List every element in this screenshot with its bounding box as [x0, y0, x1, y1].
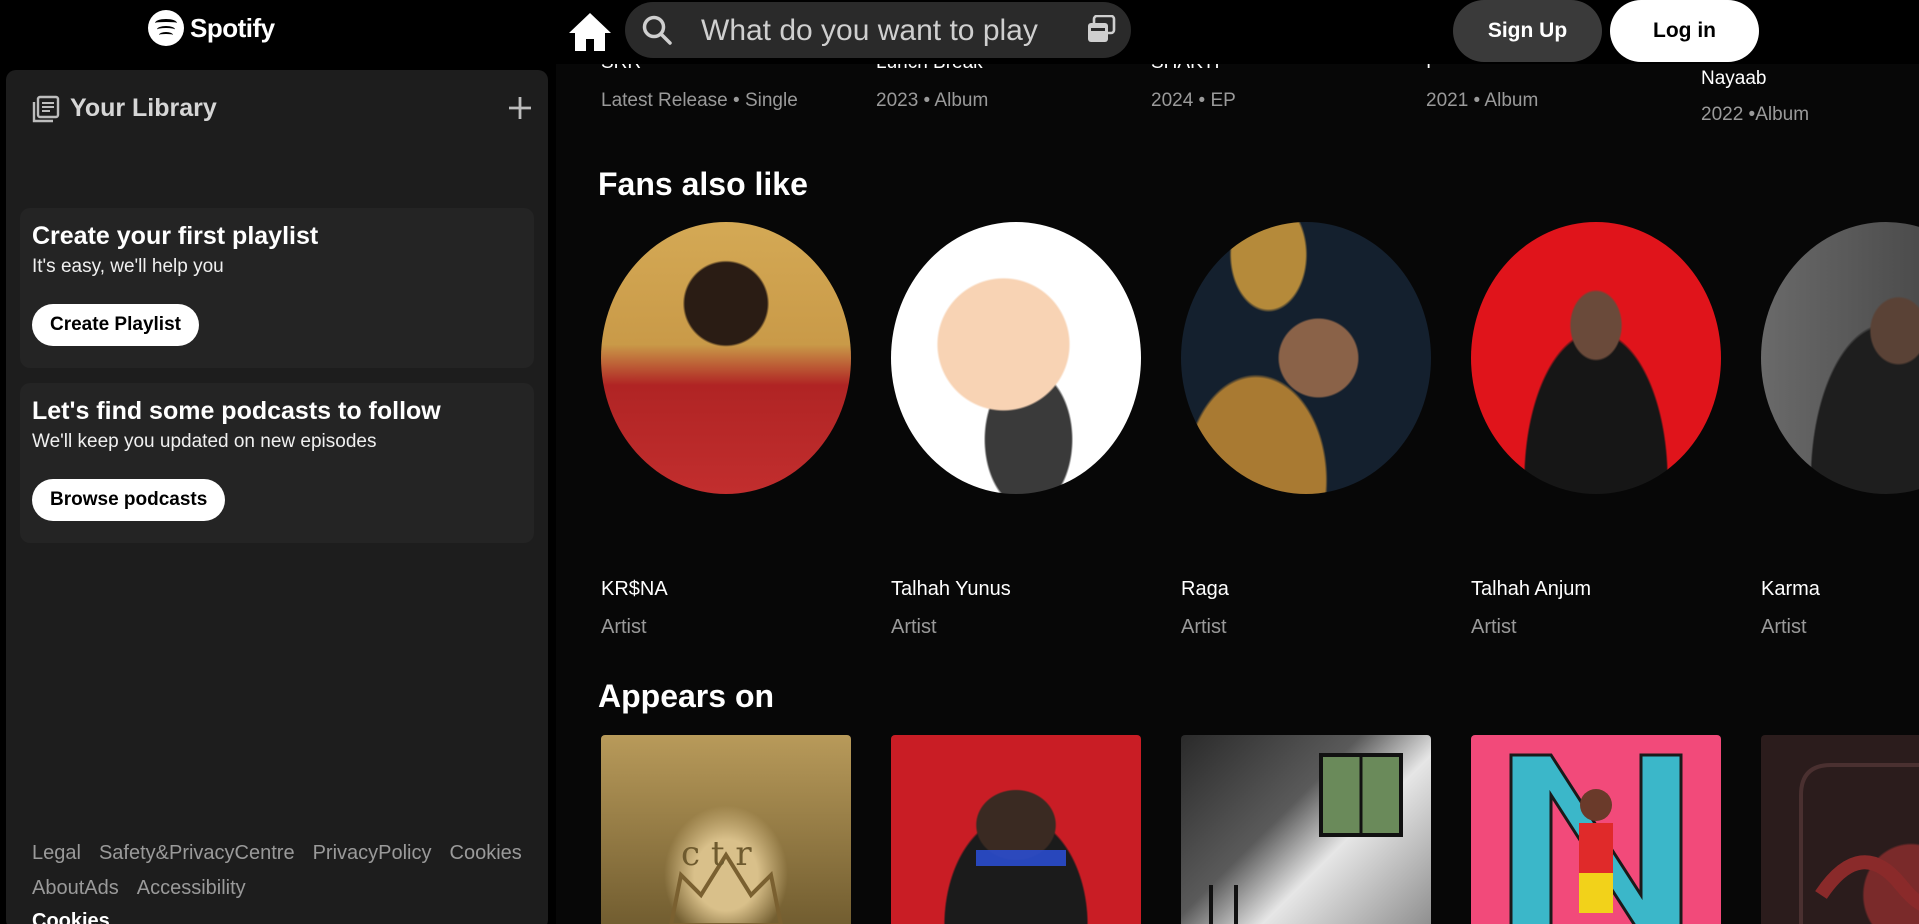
colorful-art-icon [1509, 753, 1683, 924]
release-title: SHAKTI [1151, 64, 1391, 76]
podcasts-card: Let's find some podcasts to follow We'll… [20, 383, 534, 543]
svg-text:c t r: c t r [681, 834, 752, 874]
fans-also-like-title[interactable]: Fans also like [598, 166, 808, 203]
release-card[interactable]: I 2021 • Album [1426, 64, 1666, 112]
release-title: Lunch Break [876, 64, 1116, 76]
legal-links: Legal Safety&PrivacyCentre PrivacyPolicy… [32, 842, 542, 900]
artist-card[interactable]: KR$NA Artist [601, 222, 851, 642]
library-header[interactable]: Your Library [32, 94, 217, 123]
album-card[interactable]: c t r [601, 735, 851, 924]
privacy-policy-link[interactable]: PrivacyPolicy [313, 842, 432, 865]
cookies-link[interactable]: Cookies [450, 842, 522, 865]
artist-type: Artist [601, 616, 647, 638]
release-card[interactable]: Lunch Break 2023 • Album [876, 64, 1116, 112]
artist-avatar [601, 222, 851, 494]
artist-card[interactable]: Raga Artist [1181, 222, 1431, 642]
release-title: SRR [601, 64, 841, 76]
library-icon [32, 95, 60, 122]
card-subtitle: It's easy, we'll help you [32, 256, 224, 277]
artist-name: Raga [1181, 578, 1229, 600]
appears-on-title[interactable]: Appears on [598, 678, 774, 715]
artist-type: Artist [1181, 616, 1227, 638]
artist-avatar [1471, 222, 1721, 494]
crown-art-icon: c t r [669, 834, 783, 924]
artist-card[interactable]: Karma Artist [1761, 222, 1919, 642]
library-title: Your Library [70, 94, 217, 122]
artist-name: Karma [1761, 578, 1820, 600]
artist-name: Talhah Yunus [891, 578, 1011, 600]
top-bar: Spotify What do you want to play Sign Up… [0, 0, 1919, 64]
release-meta: 2024 • EP [1151, 90, 1236, 111]
album-card[interactable] [1761, 735, 1919, 924]
artist-type: Artist [891, 616, 937, 638]
sign-up-button[interactable]: Sign Up [1453, 0, 1602, 62]
browse-icon[interactable] [1085, 15, 1117, 45]
card-title: Let's find some podcasts to follow [32, 397, 441, 425]
search-bar[interactable]: What do you want to play [625, 2, 1131, 58]
main-content: SRR Latest Release • Single Lunch Break … [556, 64, 1919, 924]
artist-type: Artist [1471, 616, 1517, 638]
album-card[interactable] [1471, 735, 1721, 924]
artist-card[interactable]: Talhah Anjum Artist [1471, 222, 1721, 642]
release-title: Nayaab [1701, 68, 1767, 89]
home-button[interactable] [564, 6, 616, 58]
artist-avatar [1181, 222, 1431, 494]
artist-avatar [891, 222, 1141, 494]
release-meta: Latest Release • Single [601, 90, 798, 111]
release-card[interactable]: Nayaab 2022 •Album [1701, 68, 1919, 126]
accessibility-link[interactable]: Accessibility [137, 877, 246, 900]
create-playlist-button[interactable]: Create Playlist [32, 304, 199, 346]
search-icon [642, 15, 672, 45]
log-in-button[interactable]: Log in [1610, 0, 1759, 62]
card-subtitle: We'll keep you updated on new episodes [32, 431, 377, 452]
cookies-settings-link[interactable]: Cookies [32, 910, 110, 924]
card-title: Create your first playlist [32, 222, 319, 250]
window-light-art-icon [1209, 753, 1403, 924]
sidebar: Your Library Create your first playlist … [6, 70, 548, 924]
legal-link[interactable]: Legal [32, 842, 81, 865]
spotify-logo-icon [148, 10, 184, 46]
release-card[interactable]: SRR Latest Release • Single [601, 64, 841, 112]
portrait-art-icon [976, 850, 1066, 866]
album-card[interactable] [1181, 735, 1431, 924]
artist-name: Talhah Anjum [1471, 578, 1592, 600]
safety-privacy-link[interactable]: Safety&PrivacyCentre [99, 842, 295, 865]
release-title: I [1426, 64, 1666, 76]
home-icon [569, 13, 611, 51]
discography-row: SRR Latest Release • Single Lunch Break … [556, 64, 1919, 134]
serpent-art-icon [1799, 763, 1919, 924]
release-card[interactable]: SHAKTI 2024 • EP [1151, 64, 1391, 112]
logo-text: Spotify [190, 12, 275, 43]
artist-card[interactable]: Talhah Yunus Artist [891, 222, 1141, 642]
release-meta: 2023 • Album [876, 90, 989, 111]
artist-type: Artist [1761, 616, 1807, 638]
search-input[interactable]: What do you want to play [701, 14, 1061, 46]
artist-name: KR$NA [601, 578, 668, 600]
artist-avatar [1761, 222, 1919, 494]
release-meta: 2022 •Album [1701, 104, 1810, 125]
spotify-logo[interactable]: Spotify [148, 10, 275, 46]
album-card[interactable] [891, 735, 1141, 924]
browse-podcasts-button[interactable]: Browse podcasts [32, 479, 226, 521]
plus-icon[interactable] [506, 94, 534, 122]
about-ads-link[interactable]: AboutAds [32, 877, 119, 900]
create-playlist-card: Create your first playlist It's easy, we… [20, 208, 534, 368]
release-meta: 2021 • Album [1426, 90, 1539, 111]
